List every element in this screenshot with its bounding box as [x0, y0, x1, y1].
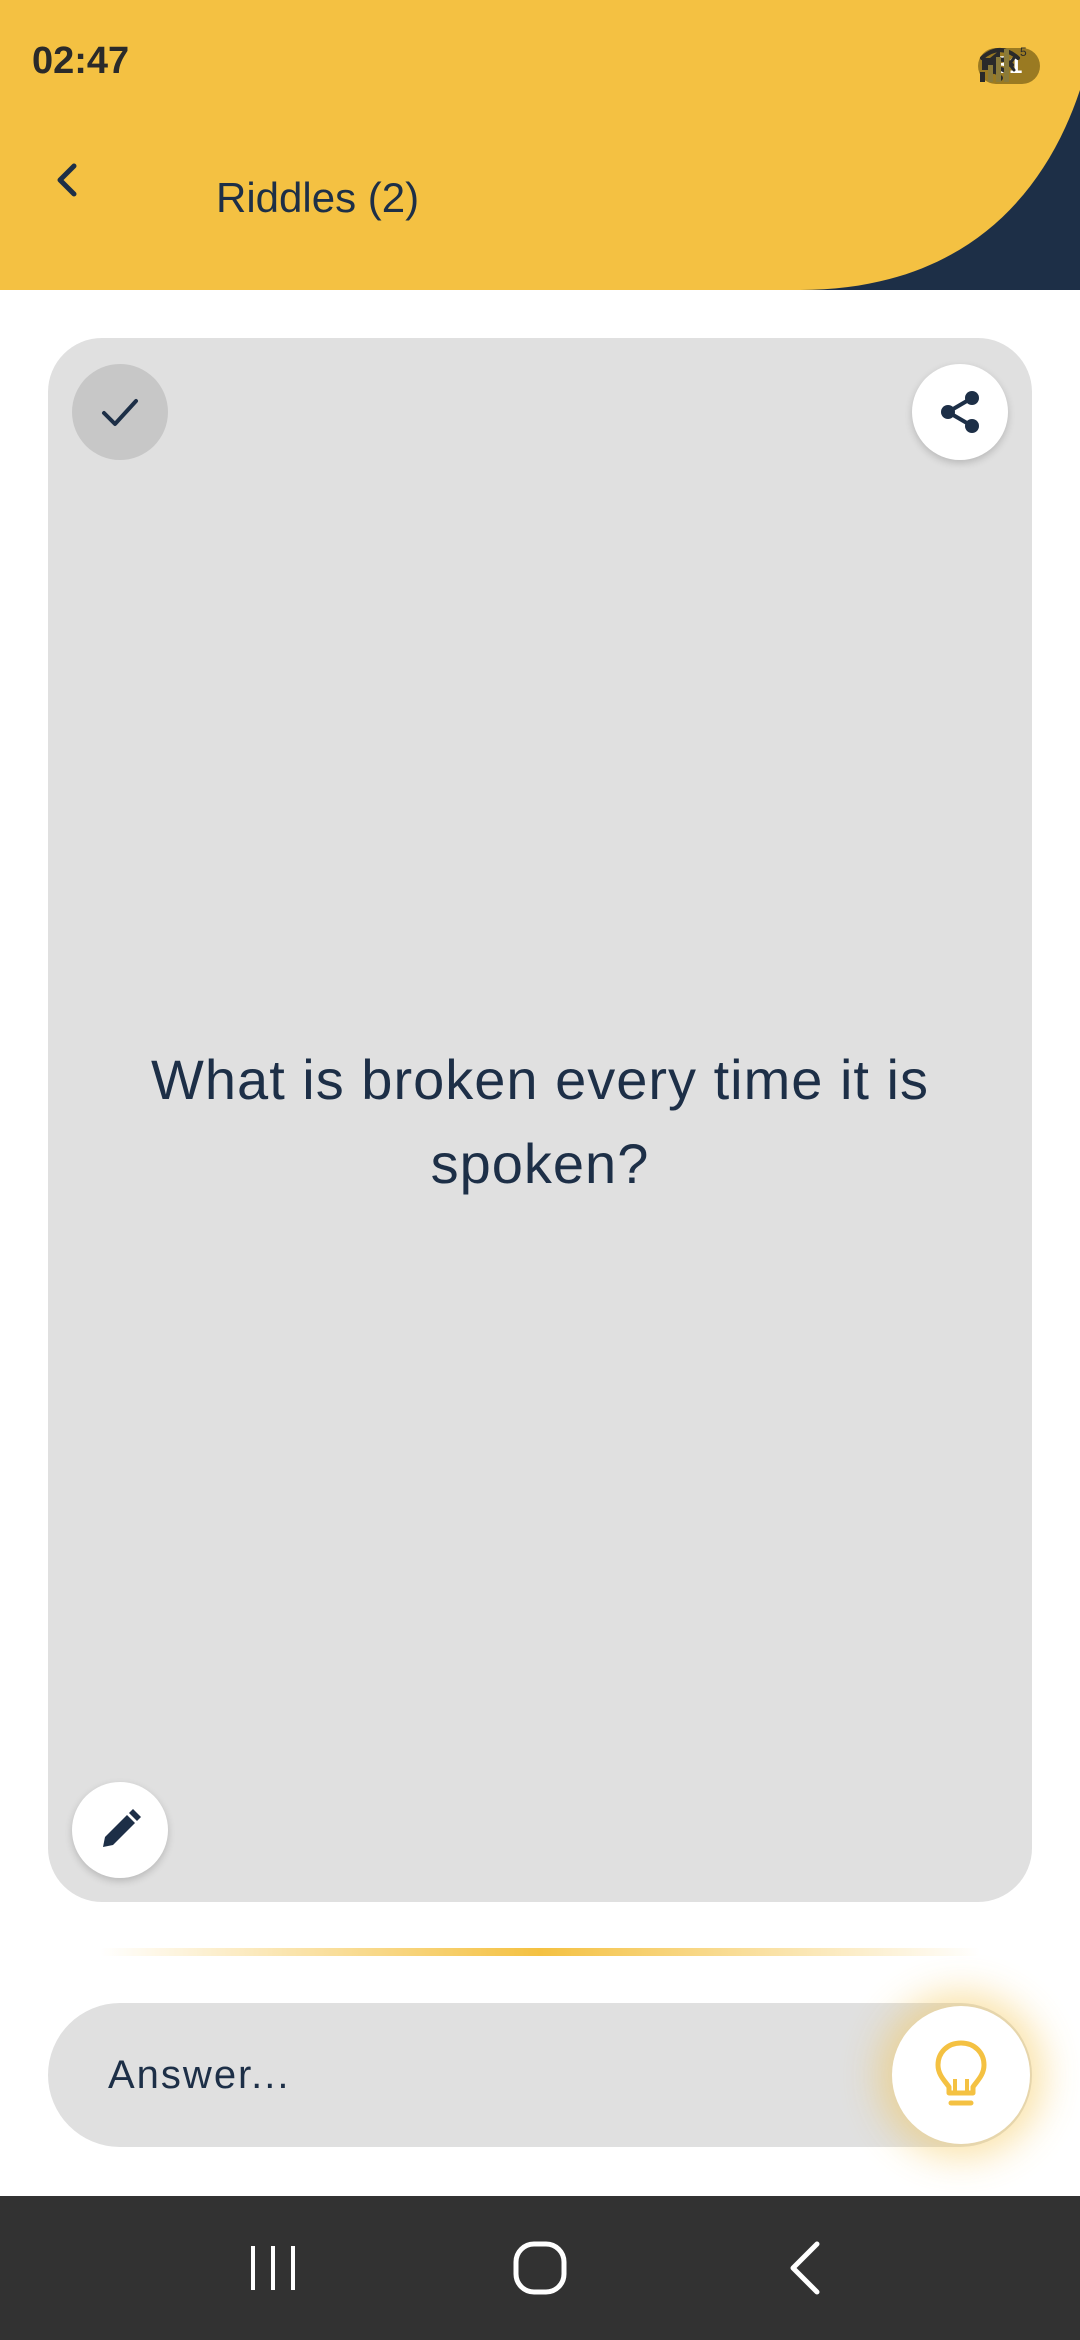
pencil-icon [103, 1809, 141, 1847]
signal-icon [980, 49, 1009, 82]
back-icon [790, 2241, 820, 2295]
share-icon [941, 391, 979, 433]
answer-input[interactable] [108, 2003, 888, 2147]
app-header: 02:47 5 31 [0, 0, 1080, 290]
svg-text:5: 5 [1020, 45, 1027, 59]
chevron-left-icon [57, 163, 77, 197]
riddle-card: What is broken every time it is spoken? [48, 338, 1032, 1902]
recents-button[interactable] [223, 2218, 323, 2318]
edit-button[interactable] [72, 1782, 168, 1878]
riddle-screen: 02:47 5 31 [0, 0, 1080, 2340]
system-back-button[interactable] [757, 2218, 857, 2318]
status-icons: 5 31 [978, 44, 1040, 88]
back-button[interactable] [48, 160, 118, 230]
system-nav-bar [0, 2196, 1080, 2340]
answer-bar [48, 2003, 1032, 2147]
mark-solved-button[interactable] [72, 364, 168, 460]
header-background [0, 0, 1080, 290]
share-button[interactable] [912, 364, 1008, 460]
check-icon [102, 399, 138, 426]
lightbulb-icon [935, 2040, 987, 2106]
divider [100, 1948, 980, 1956]
riddle-question: What is broken every time it is spoken? [151, 1048, 929, 1195]
status-time: 02:47 [32, 40, 130, 82]
hint-button[interactable] [892, 2006, 1030, 2144]
home-button[interactable] [490, 2218, 590, 2318]
page-title: Riddles (2) [216, 174, 420, 221]
home-icon [513, 2241, 567, 2295]
recents-icon [251, 2246, 296, 2290]
